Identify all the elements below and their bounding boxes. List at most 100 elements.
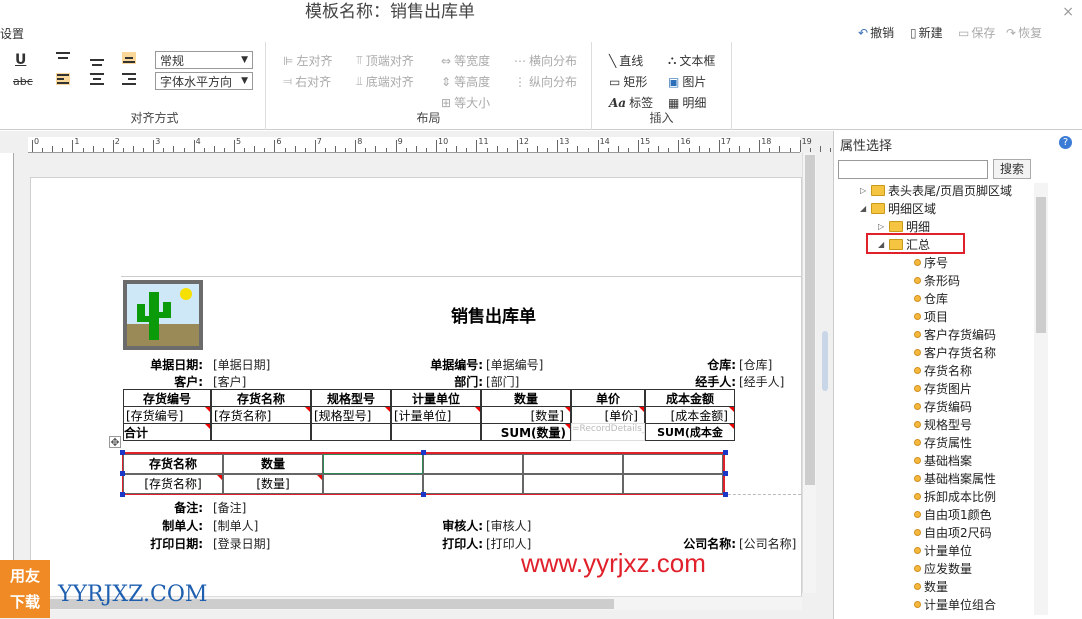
maker-field[interactable]: [制单人] [213,517,258,534]
remarks-label[interactable]: 备注: [123,499,203,516]
dept-field[interactable]: [部门] [486,373,519,390]
summary-value-cell[interactable] [423,474,523,494]
right-align-button[interactable]: ⫤ 右对齐 [283,73,331,90]
insert-image-button[interactable]: ▣ 图片 [668,73,706,90]
resize-handle[interactable] [120,450,125,455]
tree-field-node[interactable]: 序号 [914,254,948,271]
tree-field-node[interactable]: 客户存货编码 [914,326,996,343]
detail-header-cell[interactable]: 单价 [571,389,645,407]
collapse-icon[interactable]: ◢ [860,204,868,213]
report-page[interactable]: 销售出库单 单据日期: [单据日期] 单据编号: [单据编号] 仓库: [仓库]… [30,177,802,597]
total-empty-cell[interactable] [311,423,391,441]
expand-icon[interactable]: ▷ [860,186,868,195]
scroll-thumb[interactable] [1036,197,1046,333]
h-distribute-button[interactable]: ⋯ 横向分布 [514,52,577,69]
auditor-field[interactable]: [审核人] [486,517,531,534]
font-style-select[interactable]: 常规 ▼ [155,51,253,69]
tree-field-node[interactable]: 计量单位 [914,542,972,559]
insert-textbox-button[interactable]: ⛬ 文本框 [668,52,715,69]
printer-label[interactable]: 打印人: [393,535,483,552]
tree-field-node[interactable]: 项目 [914,308,948,325]
customer-field[interactable]: [客户] [213,373,246,390]
v-distribute-button[interactable]: ⋮ 纵向分布 [514,73,577,90]
property-tree-scrollbar[interactable] [1034,183,1048,615]
tree-field-node[interactable]: 存货属性 [914,434,972,451]
summary-value-cell[interactable]: [存货名称] [123,474,223,494]
tree-field-node[interactable]: 拆卸成本比例 [914,488,996,505]
summary-header-cell[interactable]: 存货名称 [123,454,223,474]
redo-button[interactable]: ↷ 恢复 [1006,24,1042,41]
tree-field-node[interactable]: 应发数量 [914,560,972,577]
left-align-button[interactable]: ⊫ 左对齐 [283,52,332,69]
resize-handle[interactable] [421,450,426,455]
summary-value-cell[interactable] [523,474,623,494]
tree-field-node[interactable]: 存货图片 [914,380,972,397]
detail-header-cell[interactable]: 成本金额 [645,389,735,407]
company-field[interactable]: [公司名称] [739,535,796,552]
scroll-thumb[interactable] [805,155,815,485]
total-qty-cell[interactable]: SUM(数量) [481,423,571,441]
tree-field-node[interactable]: 自由项1颜色 [914,506,992,523]
warehouse-label[interactable]: 仓库: [646,356,736,373]
detail-value-cell[interactable]: [单价] [571,406,645,424]
align-left-icon[interactable] [56,73,70,85]
move-handle-icon[interactable]: ✥ [109,436,121,448]
top-align-button[interactable]: ⫪ 顶端对齐 [356,52,414,69]
total-empty-cell[interactable] [211,423,311,441]
tree-field-node[interactable]: 条形码 [914,272,960,289]
expand-icon[interactable]: ▷ [878,222,886,231]
detail-header-cell[interactable]: 规格型号 [311,389,391,407]
print-date-field[interactable]: [登录日期] [213,535,270,552]
print-date-label[interactable]: 打印日期: [123,535,203,552]
detail-value-cell[interactable]: [计量单位] [391,406,481,424]
align-bottom-icon[interactable] [122,52,136,64]
close-icon[interactable]: × [1062,4,1074,20]
settings-tab[interactable]: 设置 [0,25,24,42]
detail-header-cell[interactable]: 存货编号 [123,389,211,407]
report-title[interactable]: 销售出库单 [451,302,536,327]
same-width-button[interactable]: ⇔ 等宽度 [441,52,490,69]
docno-label[interactable]: 单据编号: [393,356,483,373]
tree-field-node[interactable]: 仓库 [914,290,948,307]
canvas-vertical-scrollbar[interactable] [802,153,816,593]
resize-handle[interactable] [120,492,125,497]
strikethrough-button[interactable]: abc [13,75,33,88]
date-label[interactable]: 单据日期: [123,356,203,373]
detail-header-cell[interactable]: 计量单位 [391,389,481,407]
text-direction-select[interactable]: 字体水平方向 ▼ [155,72,253,90]
undo-button[interactable]: ↶ 撤销 [858,24,894,41]
total-cost-cell[interactable]: SUM(成本金 [645,423,735,441]
detail-value-cell[interactable]: [规格型号] [311,406,391,424]
help-icon[interactable]: ? [1059,136,1072,149]
resize-handle[interactable] [723,492,728,497]
detail-header-cell[interactable]: 数量 [481,389,571,407]
summary-value-cell[interactable]: [数量] [223,474,323,494]
auditor-label[interactable]: 审核人: [393,517,483,534]
insert-rect-button[interactable]: ▭ 矩形 [609,73,647,90]
same-height-button[interactable]: ⇕ 等高度 [441,73,490,90]
summary-value-cell[interactable] [323,474,423,494]
insert-line-button[interactable]: ╲ 直线 [609,52,643,69]
total-ghost-formula[interactable]: =RecordDetails_Sum](Tab0] [571,423,645,441]
total-empty-cell[interactable] [391,423,481,441]
resize-handle[interactable] [723,471,728,476]
handler-label[interactable]: 经手人: [646,373,736,390]
tree-folder-node[interactable]: ◢ 明细区域 [860,200,936,217]
tree-field-node[interactable]: 计量单位组合 [914,596,996,613]
tree-field-node[interactable]: 存货编码 [914,398,972,415]
detail-header-cell[interactable]: 存货名称 [211,389,311,407]
summary-header-cell[interactable] [323,454,423,474]
align-middle-icon[interactable] [90,54,104,66]
report-logo[interactable] [123,280,203,350]
docno-field[interactable]: [单据编号] [486,356,543,373]
summary-header-cell[interactable] [423,454,523,474]
tree-field-node[interactable]: 基础档案 [914,452,972,469]
tree-field-node[interactable]: 规格型号 [914,416,972,433]
align-center-icon[interactable] [90,73,104,85]
detail-value-cell[interactable]: [存货编号] [123,406,211,424]
property-search-button[interactable]: 搜索 [993,159,1031,179]
resize-handle[interactable] [120,471,125,476]
remarks-field[interactable]: [备注] [213,499,246,516]
summary-value-cell[interactable] [623,474,723,494]
detail-value-cell[interactable]: [成本金额] [645,406,735,424]
